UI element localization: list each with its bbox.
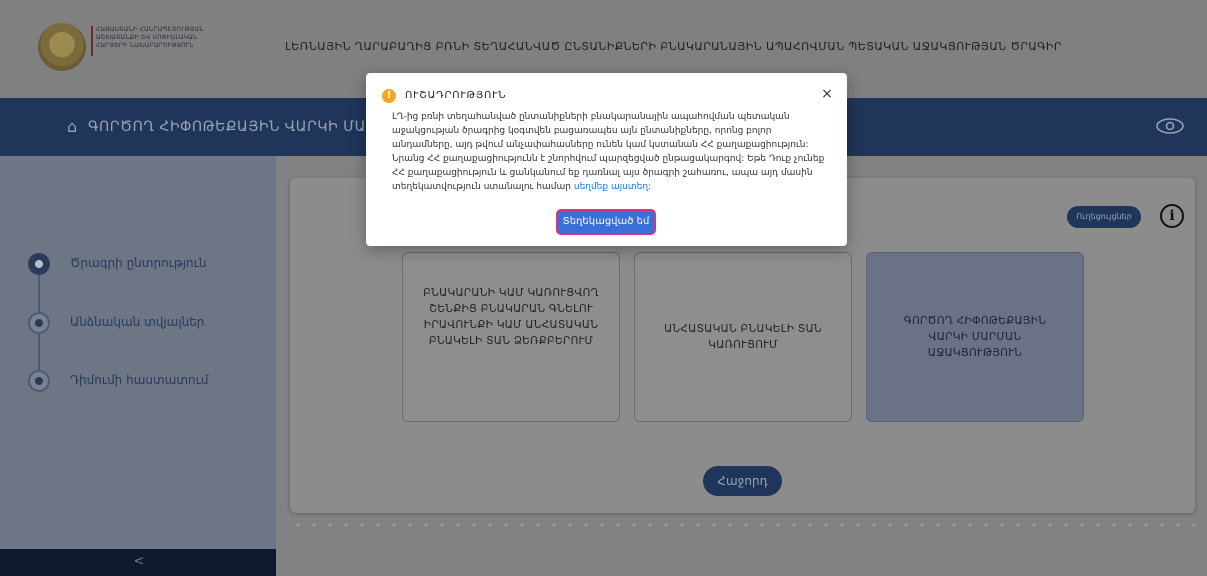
guides-button[interactable]: Ուղեցույցներ xyxy=(1067,206,1141,228)
attention-modal: ! ՈՒՇԱԴՐՈՒԹՅՈՒՆ × ԼՂ-ից բռնի տեղահանված … xyxy=(366,73,847,246)
option-card-mortgage-repayment[interactable]: ԳՈՐԾՈՂ ՀԻՓՈԹԵՔԱՅԻՆ ՎԱՐԿԻ ՄԱՐՄԱՆ ԱՋԱԿՑՈՒԹ… xyxy=(866,252,1084,422)
eye-icon[interactable] xyxy=(1155,117,1185,135)
warning-icon: ! xyxy=(382,89,396,103)
logo-divider xyxy=(91,26,93,56)
step-connector-1 xyxy=(38,275,40,315)
step-label: Անձնական տվյալներ xyxy=(70,315,205,329)
option-card-construction[interactable]: ԱՆՀԱՏԱԿԱՆ ԲՆԱԿԵԼԻ ՏԱՆ ԿԱՌՈՒՑՈՒՄ xyxy=(634,252,852,422)
section-title: ԳՈՐԾՈՂ ՀԻՓՈԹԵՔԱՅԻՆ ՎԱՐԿԻ ՄԱՐՄՄԱՆ xyxy=(88,119,366,135)
step-dot xyxy=(35,319,43,327)
step-label: Ծրագրի ընտրություն xyxy=(70,256,207,270)
step-connector-2 xyxy=(38,333,40,371)
close-icon[interactable]: × xyxy=(819,86,835,102)
modal-title: ՈՒՇԱԴՐՈՒԹՅՈՒՆ xyxy=(405,90,507,101)
option-card-purchase[interactable]: ԲՆԱԿԱՐԱՆԻ ԿԱՄ ԿԱՌՈՒՑՎՈՂ ՇԵՆՔԻՑ ԲՆԱԿԱՐԱՆ … xyxy=(402,252,620,422)
ministry-name: ՀԱՅԱՍՏԱՆԻ ՀԱՆՐԱՊԵՏՈՒԹՅԱՆ ԱՇԽԱՏԱՆՔԻ ԵՎ ՍՈ… xyxy=(91,26,266,56)
step-label: Դիմումի հաստատում xyxy=(70,373,209,387)
home-icon[interactable]: ⌂ xyxy=(67,118,85,136)
collapse-sidebar-button[interactable]: < xyxy=(132,554,146,570)
program-title: ԼԵՌՆԱՅԻՆ ՂԱՐԱԲԱՂԻՑ ԲՌՆԻ ՏԵՂԱՀԱՆՎԱԾ ԸՆՏԱՆ… xyxy=(285,40,1062,53)
modal-message: ԼՂ-ից բռնի տեղահանված ընտանիքների բնակար… xyxy=(392,110,828,194)
ministry-name-line-1: ՀԱՅԱՍՏԱՆԻ ՀԱՆՐԱՊԵՏՈՒԹՅԱՆ xyxy=(96,26,204,33)
click-here-link[interactable]: սեղմեք այստեղ: xyxy=(574,182,651,192)
sidebar xyxy=(0,156,276,549)
acknowledge-button[interactable]: Տեղեկացված եմ xyxy=(556,209,656,235)
next-button[interactable]: Հաջորդ xyxy=(703,466,782,496)
ministry-name-line-3: ՀԱՐՑԵՐԻ ՆԱԽԱՐԱՐՈՒԹՅՈՒՆ xyxy=(96,42,194,49)
step-dot xyxy=(35,260,43,268)
info-icon[interactable]: i xyxy=(1160,204,1184,228)
decorative-dots xyxy=(290,521,1195,529)
ministry-name-line-2: ԱՇԽԱՏԱՆՔԻ ԵՎ ՍՈՑԻԱԼԱԿԱՆ xyxy=(96,34,198,41)
option-label: ԳՈՐԾՈՂ ՀԻՓՈԹԵՔԱՅԻՆ ՎԱՐԿԻ ՄԱՐՄԱՆ ԱՋԱԿՑՈՒԹ… xyxy=(903,315,1047,359)
option-label: ԱՆՀԱՏԱԿԱՆ ԲՆԱԿԵԼԻ ՏԱՆ ԿԱՌՈՒՑՈՒՄ xyxy=(664,323,822,351)
coat-of-arms-logo xyxy=(38,23,86,71)
step-dot xyxy=(35,377,43,385)
modal-message-text: ԼՂ-ից բռնի տեղահանված ընտանիքների բնակար… xyxy=(392,112,825,192)
option-label: ԲՆԱԿԱՐԱՆԻ ԿԱՄ ԿԱՌՈՒՑՎՈՂ ՇԵՆՔԻՑ ԲՆԱԿԱՐԱՆ … xyxy=(423,287,599,347)
